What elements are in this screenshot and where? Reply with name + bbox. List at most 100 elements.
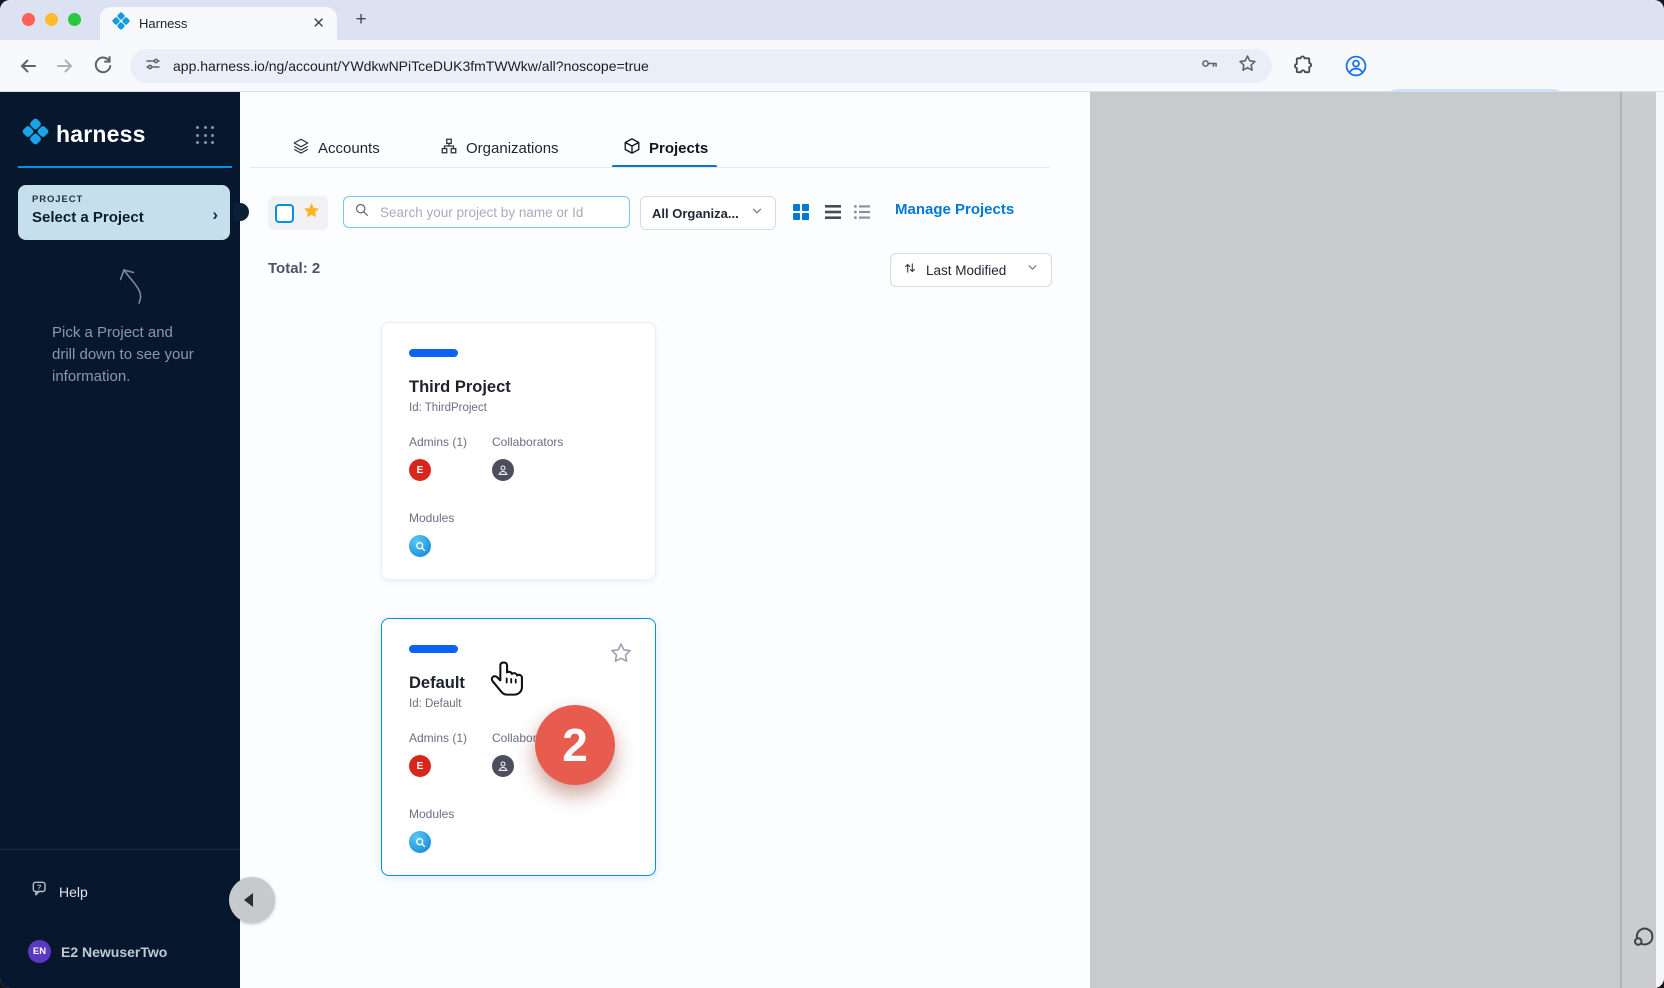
collapse-arrow-icon bbox=[244, 893, 253, 907]
project-color-bar bbox=[409, 645, 458, 653]
project-title: Third Project bbox=[409, 378, 511, 397]
forward-icon[interactable] bbox=[53, 54, 77, 78]
apps-grid-icon[interactable] bbox=[196, 126, 216, 146]
project-card-third-project[interactable]: Third Project Id: ThirdProject Admins (1… bbox=[381, 322, 656, 580]
compact-list-icon[interactable] bbox=[853, 203, 871, 226]
project-color-bar bbox=[409, 349, 458, 357]
empty-page-area bbox=[1090, 92, 1620, 988]
organizations-icon bbox=[440, 137, 458, 160]
window-edge bbox=[1656, 92, 1664, 988]
collaborator-avatar[interactable] bbox=[492, 459, 514, 481]
project-search bbox=[343, 196, 630, 228]
module-chaos-icon[interactable] bbox=[409, 831, 431, 853]
main-content: Accounts Organizations Projects bbox=[240, 92, 1090, 988]
sidebar-hint: Pick a Project and drill down to see you… bbox=[52, 322, 212, 388]
hint-line: Pick a Project and bbox=[52, 322, 212, 344]
favorites-filter-group bbox=[268, 196, 328, 230]
favorites-checkbox[interactable] bbox=[275, 204, 294, 223]
close-window-button[interactable] bbox=[22, 13, 35, 26]
hint-line: drill down to see your bbox=[52, 344, 212, 366]
step-badge: 2 bbox=[535, 705, 615, 785]
tab-organizations-label: Organizations bbox=[466, 140, 559, 157]
new-tab-button[interactable]: + bbox=[350, 9, 372, 31]
project-selector-label: PROJECT bbox=[32, 194, 216, 205]
sort-value: Last Modified bbox=[926, 263, 1017, 278]
accounts-icon bbox=[292, 137, 310, 160]
zoom-window-button[interactable] bbox=[68, 13, 81, 26]
profile-icon[interactable] bbox=[1344, 54, 1368, 83]
project-title: Default bbox=[409, 674, 465, 693]
collaborators-label: Collaborators bbox=[492, 435, 563, 449]
minimize-window-button[interactable] bbox=[45, 13, 58, 26]
collaborator-avatar[interactable] bbox=[492, 755, 514, 777]
tab-accounts-label: Accounts bbox=[318, 140, 380, 157]
favorites-star-icon[interactable] bbox=[302, 201, 321, 225]
chevron-down-icon bbox=[750, 204, 764, 223]
bookmark-star-icon[interactable] bbox=[1237, 53, 1258, 79]
modules-label: Modules bbox=[409, 511, 454, 525]
tab-projects-label: Projects bbox=[649, 140, 708, 157]
window-controls bbox=[22, 13, 81, 26]
arrow-doodle-icon bbox=[103, 257, 149, 312]
step-number: 2 bbox=[562, 718, 588, 772]
sidebar-accent-rule bbox=[18, 166, 232, 168]
url-text: app.harness.io/ng/account/YWdkwNPiTceDUK… bbox=[173, 58, 1199, 74]
reload-icon[interactable] bbox=[91, 54, 115, 78]
back-icon[interactable] bbox=[16, 54, 40, 78]
hint-line: information. bbox=[52, 366, 212, 388]
sidebar: harness PROJECT Select a Project › Pick … bbox=[0, 92, 240, 988]
admin-avatar[interactable]: E bbox=[409, 459, 431, 481]
project-selector-value: Select a Project bbox=[32, 209, 216, 226]
close-tab-icon[interactable]: ✕ bbox=[312, 16, 325, 31]
list-view-icon[interactable] bbox=[824, 203, 842, 226]
project-selector[interactable]: PROJECT Select a Project › bbox=[18, 185, 230, 240]
browser-window: Harness ✕ + app.harness.io/ng/account/YW… bbox=[0, 0, 1664, 988]
user-menu[interactable]: EN E2 NewuserTwo bbox=[28, 940, 167, 963]
chevron-down-icon bbox=[1026, 261, 1039, 279]
user-name: E2 NewuserTwo bbox=[61, 944, 167, 960]
hand-cursor-icon bbox=[488, 658, 530, 707]
tab-title: Harness bbox=[139, 16, 312, 31]
total-count: Total: 2 bbox=[268, 260, 320, 277]
help-label: Help bbox=[59, 884, 88, 900]
manage-projects-link[interactable]: Manage Projects bbox=[895, 201, 1055, 218]
search-input[interactable] bbox=[378, 204, 612, 221]
harness-logo-icon bbox=[22, 118, 49, 150]
tabs-divider bbox=[250, 167, 1050, 168]
modules-label: Modules bbox=[409, 807, 454, 821]
org-filter-dropdown[interactable]: All Organiza... bbox=[640, 196, 776, 230]
projects-icon bbox=[623, 137, 641, 160]
scrollbar-track[interactable] bbox=[1622, 92, 1656, 988]
tab-accounts[interactable]: Accounts bbox=[292, 137, 380, 160]
sidebar-collapse-handle[interactable] bbox=[229, 877, 275, 923]
help-button[interactable]: ? Help bbox=[30, 879, 88, 904]
feedback-chat-icon[interactable] bbox=[1628, 920, 1658, 955]
help-icon: ? bbox=[30, 879, 50, 904]
org-filter-value: All Organiza... bbox=[652, 206, 739, 221]
grid-view-icon[interactable] bbox=[792, 203, 810, 226]
star-outline-icon[interactable] bbox=[609, 641, 633, 670]
tab-projects[interactable]: Projects bbox=[623, 137, 708, 160]
url-bar[interactable]: app.harness.io/ng/account/YWdkwNPiTceDUK… bbox=[130, 49, 1272, 83]
password-key-icon[interactable] bbox=[1199, 53, 1220, 79]
harness-wordmark: harness bbox=[56, 121, 146, 148]
tab-organizations[interactable]: Organizations bbox=[440, 137, 559, 160]
tab-strip: Harness ✕ + bbox=[0, 0, 1664, 40]
browser-tab[interactable]: Harness ✕ bbox=[100, 7, 337, 40]
svg-text:?: ? bbox=[37, 883, 42, 892]
sidebar-divider bbox=[0, 849, 240, 850]
sort-icon bbox=[903, 261, 917, 280]
user-avatar: EN bbox=[28, 940, 51, 963]
project-id: Id: Default bbox=[409, 698, 461, 710]
site-info-icon[interactable] bbox=[144, 55, 162, 78]
admins-label: Admins (1) bbox=[409, 435, 467, 449]
sort-dropdown[interactable]: Last Modified bbox=[890, 253, 1052, 287]
harness-logo[interactable]: harness bbox=[22, 118, 146, 150]
browser-toolbar: app.harness.io/ng/account/YWdkwNPiTceDUK… bbox=[0, 40, 1664, 92]
extensions-icon[interactable] bbox=[1292, 54, 1315, 82]
module-chaos-icon[interactable] bbox=[409, 535, 431, 557]
admins-label: Admins (1) bbox=[409, 731, 467, 745]
admin-avatar[interactable]: E bbox=[409, 755, 431, 777]
search-icon bbox=[354, 202, 370, 223]
chevron-right-icon: › bbox=[212, 205, 218, 225]
